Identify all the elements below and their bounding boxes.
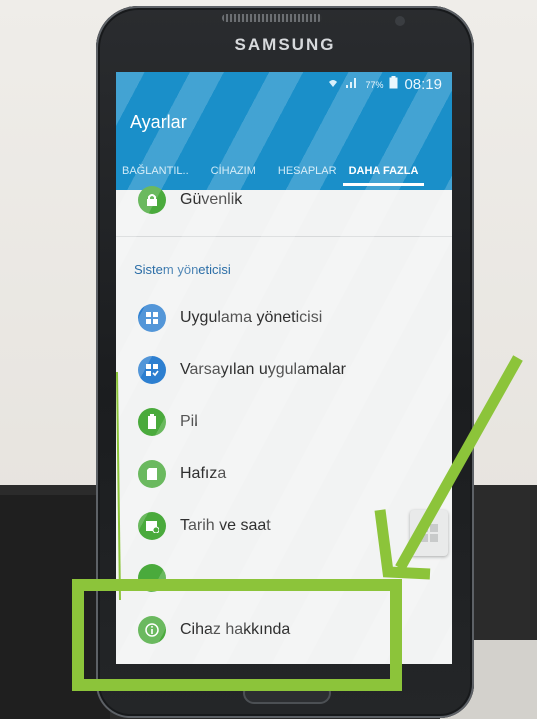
list-item-battery[interactable]: Pil <box>116 396 452 448</box>
battery-icon <box>138 408 166 436</box>
list-item-label: Tarih ve saat <box>180 517 271 534</box>
list-item-default-applications[interactable]: Varsayılan uygulamalar <box>116 344 452 396</box>
background-desk-shadow <box>0 495 110 719</box>
earpiece-speaker <box>222 14 322 22</box>
list-item-date-time[interactable]: Tarih ve saat <box>116 500 452 552</box>
apps-grid-icon <box>138 304 166 332</box>
calendar-clock-icon <box>138 512 166 540</box>
page-title: Ayarlar <box>130 112 187 132</box>
list-item-security[interactable]: Güvenlik <box>116 174 452 226</box>
list-item-label: Güvenlik <box>180 191 243 208</box>
list-item-label: Varsayılan uygulamalar <box>180 361 347 378</box>
battery-status-icon <box>389 76 398 93</box>
status-bar: 77% 08:19 <box>116 72 452 97</box>
app-bar: Ayarlar <box>116 97 452 152</box>
list-item-label: Uygulama yöneticisi <box>180 309 323 326</box>
front-camera <box>395 16 405 26</box>
list-item-label: Pil <box>180 413 198 430</box>
accessibility-icon <box>138 564 166 592</box>
brand-logo: SAMSUNG <box>234 35 336 54</box>
list-divider <box>116 236 452 237</box>
list-item-label: Hafıza <box>180 465 227 482</box>
list-item-accessibility[interactable] <box>116 552 452 604</box>
battery-percent: 77% <box>365 79 384 90</box>
lock-icon <box>138 186 166 214</box>
list-item-application-manager[interactable]: Uygulama yöneticisi <box>116 292 452 344</box>
home-button[interactable] <box>243 682 331 704</box>
default-apps-icon <box>138 356 166 384</box>
phone-screen: 77% 08:19 Ayarlar BAĞLANTIL.. CİHAZIM HE… <box>116 72 452 664</box>
list-item-storage[interactable]: Hafıza <box>116 448 452 500</box>
section-header: Sistem yöneticisi <box>134 262 231 277</box>
list-item-about-device[interactable]: Cihaz hakkında <box>116 604 452 656</box>
info-icon <box>138 616 166 644</box>
list-item-label: Cihaz hakkında <box>180 621 291 638</box>
status-time: 08:19 <box>404 76 442 93</box>
floating-multiwindow-tab[interactable] <box>410 510 448 556</box>
signal-icon <box>345 76 359 93</box>
storage-icon <box>138 460 166 488</box>
settings-list: Güvenlik Sistem yöneticisi Uygulama yöne… <box>116 186 452 664</box>
wifi-icon <box>327 76 339 93</box>
